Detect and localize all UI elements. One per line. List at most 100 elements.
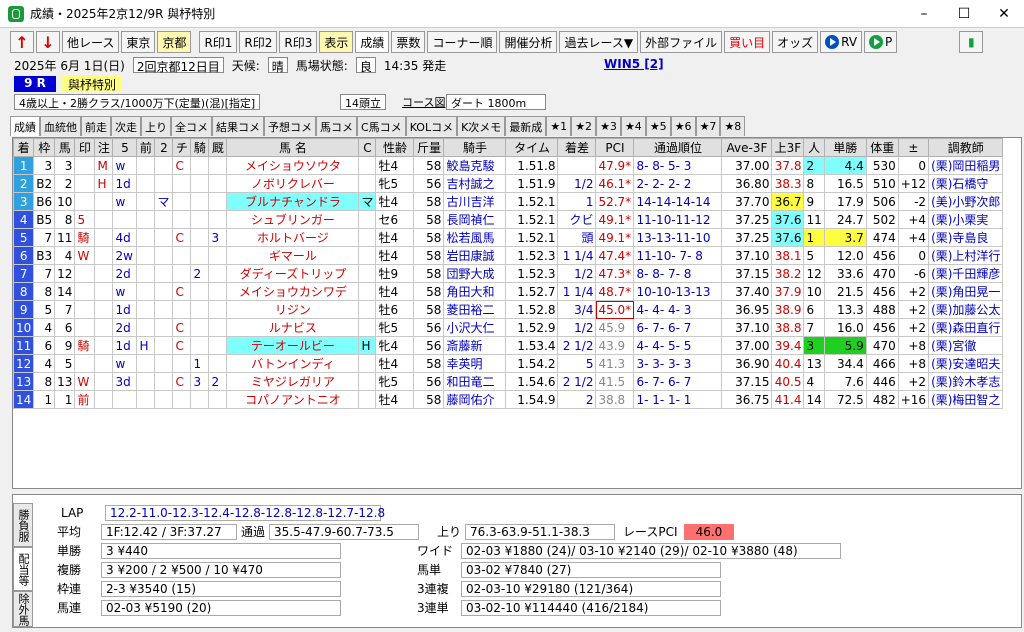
course-map-link[interactable]: コース図 bbox=[402, 94, 445, 110]
column-header[interactable]: Ave-3F bbox=[721, 138, 773, 157]
table-row[interactable]: 3 B6 10 w マブルナチャンドラマ牡4 58 古川吉洋 1.52.1 1 52.7* 14-1… bbox=[13, 192, 1004, 211]
column-header[interactable]: 枠 bbox=[33, 138, 56, 157]
other-race-button[interactable]: 他レース bbox=[62, 31, 120, 53]
tab-3[interactable]: 次走 bbox=[111, 116, 141, 136]
tab-18[interactable]: ★6 bbox=[670, 116, 696, 136]
tab-14[interactable]: ★2 bbox=[571, 116, 597, 136]
column-header[interactable]: 前 bbox=[136, 138, 156, 157]
column-header[interactable]: 2 bbox=[154, 138, 174, 157]
rv-button[interactable]: RV bbox=[820, 31, 863, 53]
minimize-icon[interactable]: – bbox=[904, 0, 944, 28]
export-icon[interactable]: ▮ bbox=[959, 31, 984, 53]
tab-5[interactable]: 全コメ bbox=[171, 116, 212, 136]
kyoto-button[interactable]: 京都 bbox=[157, 31, 192, 53]
table-row[interactable]: 8 8 14 w C メイショウカシワデ 牡4 58 角田大和 1.52.7 1 1/4 48.7* 1… bbox=[13, 282, 1004, 301]
buy-button[interactable]: 買い目 bbox=[724, 31, 771, 53]
tab-0[interactable]: 成績 bbox=[10, 116, 40, 136]
column-header[interactable]: 5 bbox=[112, 138, 138, 157]
column-header[interactable]: PCI bbox=[595, 138, 635, 157]
cell-pop: 6 bbox=[803, 300, 825, 319]
cell-ave: 37.25 bbox=[721, 228, 773, 247]
column-header[interactable]: 斤量 bbox=[413, 138, 445, 157]
column-header[interactable]: 人 bbox=[803, 138, 825, 157]
column-header[interactable]: 着差 bbox=[557, 138, 597, 157]
cell-pop: 7 bbox=[803, 318, 825, 337]
column-header[interactable]: ± bbox=[897, 138, 930, 157]
head-count: 14頭立 bbox=[340, 94, 386, 110]
win5-link[interactable]: WIN5 [2] bbox=[604, 57, 664, 71]
tokyo-button[interactable]: 東京 bbox=[121, 31, 156, 53]
tab-4[interactable]: 上り bbox=[141, 116, 171, 136]
p-button[interactable]: P bbox=[864, 31, 898, 53]
external-file-button[interactable]: 外部ファイル bbox=[640, 31, 723, 53]
r-mark2-button[interactable]: R印2 bbox=[239, 31, 278, 53]
tab-11[interactable]: K次メモ bbox=[457, 116, 506, 136]
tab-20[interactable]: ★8 bbox=[720, 116, 746, 136]
column-header[interactable]: 厩 bbox=[208, 138, 228, 157]
column-header[interactable]: タイム bbox=[505, 138, 559, 157]
column-header[interactable]: 馬 bbox=[54, 138, 76, 157]
column-header[interactable]: C bbox=[358, 138, 377, 157]
tab-13[interactable]: ★1 bbox=[546, 116, 572, 136]
display-button[interactable]: 表示 bbox=[319, 31, 354, 53]
r-mark1-button[interactable]: R印1 bbox=[199, 31, 238, 53]
tab-7[interactable]: 予想コメ bbox=[264, 116, 316, 136]
table-row[interactable]: 5 7 11 騎 4d C 3 ホルトバージ 牡4 58 松若風馬 1.52.1 頭 49.1* 13-13… bbox=[13, 228, 1004, 247]
tab-payout[interactable]: 配当等 bbox=[13, 547, 33, 591]
column-header[interactable]: 調教師 bbox=[928, 138, 1004, 157]
column-header[interactable]: 騎 bbox=[190, 138, 210, 157]
close-icon[interactable]: ✕ bbox=[984, 0, 1024, 28]
cell-pop: 10 bbox=[803, 282, 825, 301]
tab-17[interactable]: ★5 bbox=[645, 116, 671, 136]
corner-order-button[interactable]: コーナー順 bbox=[427, 31, 498, 53]
odds-button[interactable]: オッズ bbox=[772, 31, 819, 53]
cell-sex: セ6 bbox=[375, 210, 415, 229]
maximize-icon[interactable]: ☐ bbox=[944, 0, 984, 28]
column-header[interactable]: 馬 名 bbox=[226, 138, 360, 157]
table-row[interactable]: 13 8 13 W 3d C 3 2 ミヤジレガリア 牝5 56 和田竜二 1.54.6 2 1/2 41.… bbox=[13, 372, 1004, 391]
r-mark3-button[interactable]: R印3 bbox=[279, 31, 318, 53]
cell-ave: 37.10 bbox=[721, 246, 773, 265]
tab-16[interactable]: ★4 bbox=[620, 116, 646, 136]
cell-c2 bbox=[154, 210, 174, 229]
tab-10[interactable]: KOLコメ bbox=[405, 116, 458, 136]
tab-silks[interactable]: 勝負服 bbox=[13, 503, 33, 547]
column-header[interactable]: 騎手 bbox=[443, 138, 507, 157]
race-pci-label: レースPCI bbox=[623, 525, 678, 539]
past-race-button[interactable]: 過去レース▼ bbox=[559, 31, 639, 53]
table-row[interactable]: 12 4 5 w 1 バトンインディ 牡4 58 幸英明 1.54.2 5 41.3 3- 3- 3- … bbox=[13, 354, 1004, 373]
table-row[interactable]: 1 3 3 Mw C メイショウソウタ 牡4 58 鮫島克駿 1.51.8 47.9* 8- 8- 5… bbox=[13, 156, 1004, 175]
table-row[interactable]: 11 6 9 騎 1d H C テーオールビー H 牝4 56 斎藤新 1.53.4 2 1/2 43.9 4… bbox=[13, 336, 1004, 355]
tab-6[interactable]: 結果コメ bbox=[212, 116, 264, 136]
column-header[interactable]: 性齢 bbox=[375, 138, 415, 157]
tab-9[interactable]: C馬コメ bbox=[357, 116, 406, 136]
tab-8[interactable]: 馬コメ bbox=[316, 116, 357, 136]
tab-excluded[interactable]: 除外馬 bbox=[13, 591, 33, 627]
table-row[interactable]: 14 1 1 前コパノアントニオ 牡4 58 藤岡佑介 1.54.9 2 38.8 1- 1- 1-… bbox=[13, 390, 1004, 409]
table-row[interactable]: 10 4 6 2d C ルナビス 牝5 56 小沢大仁 1.52.9 1/2 45.9 6- 7- 6-… bbox=[13, 318, 1004, 337]
column-header[interactable]: 上3F bbox=[771, 138, 805, 157]
tab-15[interactable]: ★3 bbox=[596, 116, 621, 136]
table-row[interactable]: 6 B3 4 W 2w ギマール 牡4 58 岩田康誠 1.52.3 1 1/4 47.4* 11-10… bbox=[13, 246, 1004, 265]
column-header[interactable]: 印 bbox=[74, 138, 96, 157]
tab-2[interactable]: 前走 bbox=[81, 116, 111, 136]
down-arrow-button[interactable]: ↓ bbox=[36, 31, 60, 53]
up-arrow-button[interactable]: ↑ bbox=[10, 31, 34, 53]
column-header[interactable]: 注 bbox=[94, 138, 114, 157]
column-header[interactable]: 着 bbox=[13, 138, 35, 157]
votes-button[interactable]: 票数 bbox=[391, 31, 426, 53]
title-bar: 成績・2025年2京12/9R 與杼特別 – ☐ ✕ bbox=[0, 0, 1024, 28]
table-row[interactable]: 9 5 7 1d リジン 牡6 58 菱田裕二 1.52.8 3/4 45.0* 4- 4- 4- 3… bbox=[13, 300, 1004, 319]
column-header[interactable]: チ bbox=[172, 138, 192, 157]
tab-19[interactable]: ★7 bbox=[695, 116, 721, 136]
tab-12[interactable]: 最新成 bbox=[505, 116, 547, 136]
tab-1[interactable]: 血統他 bbox=[40, 116, 81, 136]
meet-analysis-button[interactable]: 開催分析 bbox=[499, 31, 558, 53]
results-button[interactable]: 成績 bbox=[355, 31, 390, 53]
table-row[interactable]: 2 B2 2 H 1d ノボリクレバー 牝5 56 吉村誠之 1.51.9 1/2 46.1* 2- 2… bbox=[13, 174, 1004, 193]
table-row[interactable]: 4 B5 8 5 シュブリンガー セ6 58 長岡禎仁 1.52.1 クビ 49.1* 11-10-1… bbox=[13, 210, 1004, 229]
column-header[interactable]: 体重 bbox=[865, 138, 899, 157]
column-header[interactable]: 単勝 bbox=[823, 138, 867, 157]
column-header[interactable]: 通過順位 bbox=[633, 138, 723, 157]
table-row[interactable]: 7 7 12 2d 2 ダディーズトリップ 牡9 58 団野大成 1.52.3 1/2 47.3* 8-… bbox=[13, 264, 1004, 283]
